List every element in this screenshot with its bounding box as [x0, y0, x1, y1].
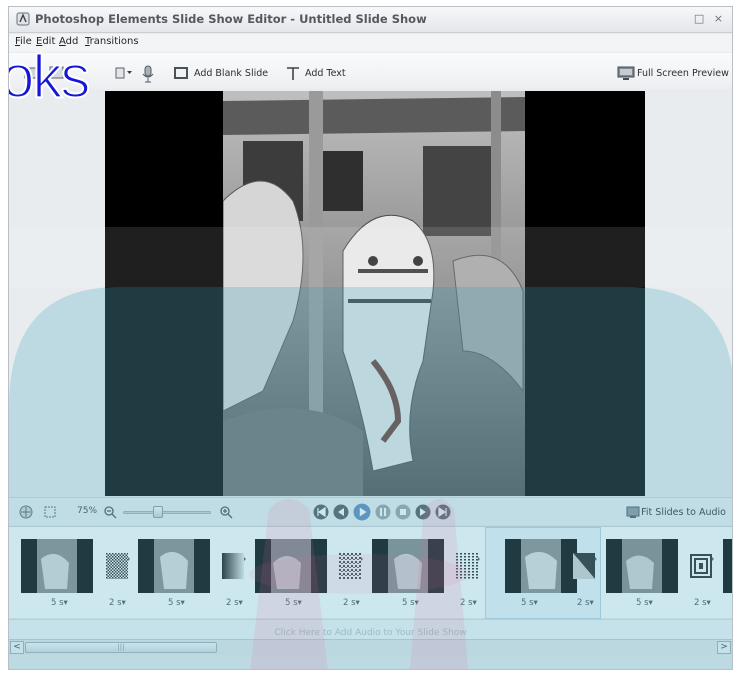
zoom-in-icon[interactable]	[219, 505, 233, 519]
slide-thumbnail[interactable]	[21, 539, 93, 593]
blue-watermark-text: oks	[8, 43, 91, 110]
last-slide-icon[interactable]	[435, 504, 451, 520]
slide-thumbnail[interactable]	[372, 539, 444, 593]
slide-thumbnail-partial[interactable]	[723, 539, 732, 593]
transition-checker-icon[interactable]	[106, 553, 130, 579]
zoom-out-icon[interactable]	[103, 505, 117, 519]
app-icon	[16, 12, 30, 26]
slide-thumbnail[interactable]	[255, 539, 327, 593]
next-slide-icon[interactable]	[415, 504, 431, 520]
carousel-horse-photo	[223, 91, 525, 496]
slide-duration[interactable]: 5 s▾	[521, 598, 538, 608]
window-title: Photoshop Elements Slide Show Editor - U…	[35, 12, 427, 26]
add-blank-slide-button[interactable]: Add Blank Slide	[194, 68, 268, 79]
slide-duration[interactable]: 5 s▾	[285, 598, 302, 608]
first-slide-icon[interactable]	[313, 504, 329, 520]
fit-slides-to-audio-icon[interactable]	[626, 506, 640, 519]
slide-thumbnail[interactable]	[138, 539, 210, 593]
transition-lines-icon[interactable]	[456, 553, 480, 579]
add-audio-hint[interactable]: Click Here to Add Audio to Your Slide Sh…	[274, 628, 466, 638]
transition-duration[interactable]: 2 s▾	[577, 598, 594, 608]
window-controls[interactable]: □ ×	[694, 12, 726, 25]
slide-thumbnail[interactable]	[606, 539, 678, 593]
filmstrip: 5 s▾ 2 s▾ 5 s▾ 2 s▾ 5 s▾ 2 s▾ 5 s▾ 2 s▾ …	[9, 526, 732, 619]
zoom-percentage: 75%	[77, 506, 98, 516]
move-tool-icon[interactable]	[19, 505, 33, 519]
transition-duration[interactable]: 2 s▾	[226, 598, 243, 608]
add-audio-bar[interactable]: Click Here to Add Audio to Your Slide Sh…	[9, 619, 732, 639]
transition-squares-icon[interactable]	[690, 553, 714, 579]
narration-mic-icon[interactable]	[141, 65, 155, 83]
transition-duration[interactable]: 2 s▾	[460, 598, 477, 608]
transition-duration[interactable]: 2 s▾	[343, 598, 360, 608]
slide-duration[interactable]: 5 s▾	[636, 598, 653, 608]
fit-slides-to-audio-button[interactable]: Fit Slides to Audio	[641, 507, 726, 518]
transition-duration[interactable]: 2 s▾	[109, 598, 126, 608]
scroll-right-button[interactable]: >	[717, 641, 731, 654]
transition-duration[interactable]: 2 s▾	[694, 598, 711, 608]
zoom-slider-thumb[interactable]	[153, 506, 163, 518]
add-blank-slide-icon[interactable]	[173, 65, 189, 81]
fit-to-window-icon[interactable]	[43, 505, 57, 519]
previous-slide-icon[interactable]	[333, 504, 349, 520]
slide-duration[interactable]: 5 s▾	[51, 598, 68, 608]
full-screen-preview-icon[interactable]	[617, 65, 635, 81]
zoom-slider-track[interactable]	[123, 511, 211, 514]
stop-icon[interactable]	[395, 504, 411, 520]
slide-duration[interactable]: 5 s▾	[402, 598, 419, 608]
slide-duration[interactable]: 5 s▾	[168, 598, 185, 608]
slide-show-editor-window: Photoshop Elements Slide Show Editor - U…	[8, 6, 733, 670]
menu-bar: File Edit Add Transitions	[9, 34, 732, 52]
transition-fade-icon[interactable]	[222, 553, 246, 579]
toolbar: Add Blank Slide Add Text Full Screen Pre…	[9, 53, 732, 89]
transition-diagonal-wipe-icon[interactable]	[573, 553, 597, 579]
play-icon[interactable]	[353, 503, 371, 521]
scroll-thumb[interactable]: |||	[25, 642, 217, 653]
extras-dropdown-icon[interactable]	[113, 65, 135, 81]
transition-dissolve-icon[interactable]	[339, 553, 363, 579]
filmstrip-scrollbar[interactable]: < ||| >	[9, 639, 732, 655]
slide-preview-area[interactable]	[105, 91, 645, 496]
scroll-left-button[interactable]: <	[10, 641, 24, 654]
full-screen-preview-button[interactable]: Full Screen Preview	[637, 68, 729, 79]
title-bar: Photoshop Elements Slide Show Editor - U…	[9, 7, 732, 33]
slide-thumbnail-selected[interactable]	[505, 539, 577, 593]
add-text-icon[interactable]	[285, 65, 301, 81]
add-text-button[interactable]: Add Text	[305, 68, 346, 79]
preview-controls-bar: 75% Fit Slides to Audio	[9, 497, 732, 525]
menu-transitions[interactable]: Transitions	[85, 36, 139, 47]
pause-icon[interactable]	[375, 504, 391, 520]
